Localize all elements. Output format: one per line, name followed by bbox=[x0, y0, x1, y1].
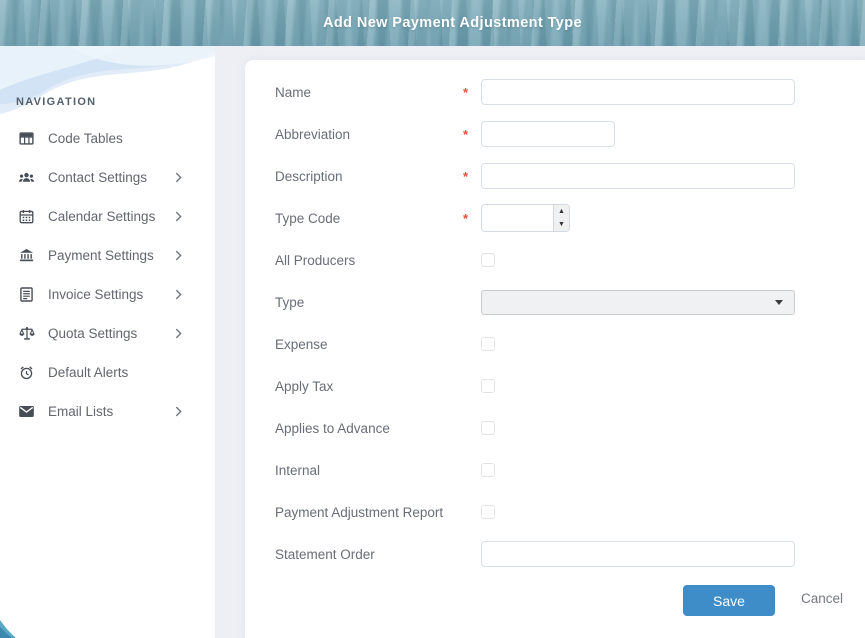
chevron-right-icon bbox=[175, 406, 182, 417]
sidebar-item-quota-settings[interactable]: Quota Settings bbox=[0, 314, 215, 353]
sidebar-item-code-tables[interactable]: Code Tables bbox=[0, 119, 215, 158]
stepper-up-icon[interactable]: ▲ bbox=[554, 205, 569, 218]
field-label: Statement Order bbox=[275, 547, 463, 562]
type-select[interactable] bbox=[481, 290, 795, 315]
sidebar-item-label: Default Alerts bbox=[48, 365, 128, 380]
stepper-buttons: ▲ ▼ bbox=[553, 205, 569, 231]
chevron-right-icon bbox=[175, 250, 182, 261]
required-marker: * bbox=[463, 85, 481, 100]
form-row-apply-tax: Apply Tax bbox=[245, 365, 865, 407]
form-row-type-code: Type Code * ▲ ▼ bbox=[245, 197, 865, 239]
field-label: Abbreviation bbox=[275, 127, 463, 142]
sidebar-item-label: Email Lists bbox=[48, 404, 113, 419]
chevron-right-icon bbox=[175, 211, 182, 222]
form-row-applies-to-advance: Applies to Advance bbox=[245, 407, 865, 449]
internal-checkbox[interactable] bbox=[481, 463, 495, 477]
form-card: Name * Abbreviation * Description * Type… bbox=[245, 60, 865, 638]
sidebar-item-email-lists[interactable]: Email Lists bbox=[0, 392, 215, 431]
type-code-stepper: ▲ ▼ bbox=[481, 204, 570, 232]
alarm-clock-icon bbox=[18, 364, 35, 381]
sidebar-item-label: Invoice Settings bbox=[48, 287, 143, 302]
required-marker: * bbox=[463, 211, 481, 226]
field-label: Applies to Advance bbox=[275, 421, 463, 436]
sidebar-item-label: Payment Settings bbox=[48, 248, 154, 263]
form-row-statement-order: Statement Order bbox=[245, 533, 865, 575]
required-marker: * bbox=[463, 169, 481, 184]
apply-tax-checkbox[interactable] bbox=[481, 379, 495, 393]
sidebar-item-calendar-settings[interactable]: Calendar Settings bbox=[0, 197, 215, 236]
abbreviation-input[interactable] bbox=[481, 121, 615, 147]
form-row-type: Type bbox=[245, 281, 865, 323]
field-label: Payment Adjustment Report bbox=[275, 505, 463, 520]
app-window: Add New Payment Adjustment Type NAVIGATI… bbox=[0, 0, 865, 638]
field-label: Type bbox=[275, 295, 463, 310]
form-row-expense: Expense bbox=[245, 323, 865, 365]
sidebar-item-label: Contact Settings bbox=[48, 170, 147, 185]
stepper-down-icon[interactable]: ▼ bbox=[554, 218, 569, 231]
type-code-input[interactable] bbox=[482, 205, 553, 231]
form-row-abbreviation: Abbreviation * bbox=[245, 113, 865, 155]
statement-order-input[interactable] bbox=[481, 541, 795, 567]
sidebar-item-contact-settings[interactable]: Contact Settings bbox=[0, 158, 215, 197]
chevron-right-icon bbox=[175, 172, 182, 183]
form-row-description: Description * bbox=[245, 155, 865, 197]
field-label: Type Code bbox=[275, 211, 463, 226]
form-row-payment-adjustment-report: Payment Adjustment Report bbox=[245, 491, 865, 533]
form-row-all-producers: All Producers bbox=[245, 239, 865, 281]
name-input[interactable] bbox=[481, 79, 795, 105]
sidebar-item-label: Code Tables bbox=[48, 131, 123, 146]
sidebar-item-payment-settings[interactable]: Payment Settings bbox=[0, 236, 215, 275]
payment-adjustment-report-checkbox[interactable] bbox=[481, 505, 495, 519]
bank-icon bbox=[18, 247, 35, 264]
required-marker: * bbox=[463, 127, 481, 142]
expense-checkbox[interactable] bbox=[481, 337, 495, 351]
field-label: Description bbox=[275, 169, 463, 184]
description-input[interactable] bbox=[481, 163, 795, 189]
save-button[interactable]: Save bbox=[683, 585, 775, 616]
scales-icon bbox=[18, 325, 35, 342]
form-row-internal: Internal bbox=[245, 449, 865, 491]
page-title: Add New Payment Adjustment Type bbox=[323, 15, 582, 31]
all-producers-checkbox[interactable] bbox=[481, 253, 495, 267]
field-label: All Producers bbox=[275, 253, 463, 268]
cancel-link[interactable]: Cancel bbox=[801, 591, 843, 606]
navigation-section-label: NAVIGATION bbox=[16, 96, 96, 108]
sidebar-item-label: Quota Settings bbox=[48, 326, 137, 341]
invoice-icon bbox=[18, 286, 35, 303]
navigation-menu: Code Tables Contact Settings Calendar Se… bbox=[0, 119, 215, 431]
sidebar: NAVIGATION Code Tables Contact Settings bbox=[0, 46, 215, 638]
field-label: Expense bbox=[275, 337, 463, 352]
field-label: Apply Tax bbox=[275, 379, 463, 394]
chevron-right-icon bbox=[175, 289, 182, 300]
form-row-name: Name * bbox=[245, 71, 865, 113]
sidebar-item-default-alerts[interactable]: Default Alerts bbox=[0, 353, 215, 392]
sidebar-item-invoice-settings[interactable]: Invoice Settings bbox=[0, 275, 215, 314]
envelope-icon bbox=[18, 403, 35, 420]
page-header: Add New Payment Adjustment Type bbox=[0, 0, 865, 46]
calendar-icon bbox=[18, 208, 35, 225]
applies-to-advance-checkbox[interactable] bbox=[481, 421, 495, 435]
field-label: Name bbox=[275, 85, 463, 100]
table-icon bbox=[18, 130, 35, 147]
chevron-down-icon bbox=[775, 300, 783, 305]
field-label: Internal bbox=[275, 463, 463, 478]
sidebar-item-label: Calendar Settings bbox=[48, 209, 155, 224]
people-icon bbox=[18, 169, 35, 186]
chevron-right-icon bbox=[175, 328, 182, 339]
sidebar-bottom-wave-decoration bbox=[0, 618, 16, 638]
